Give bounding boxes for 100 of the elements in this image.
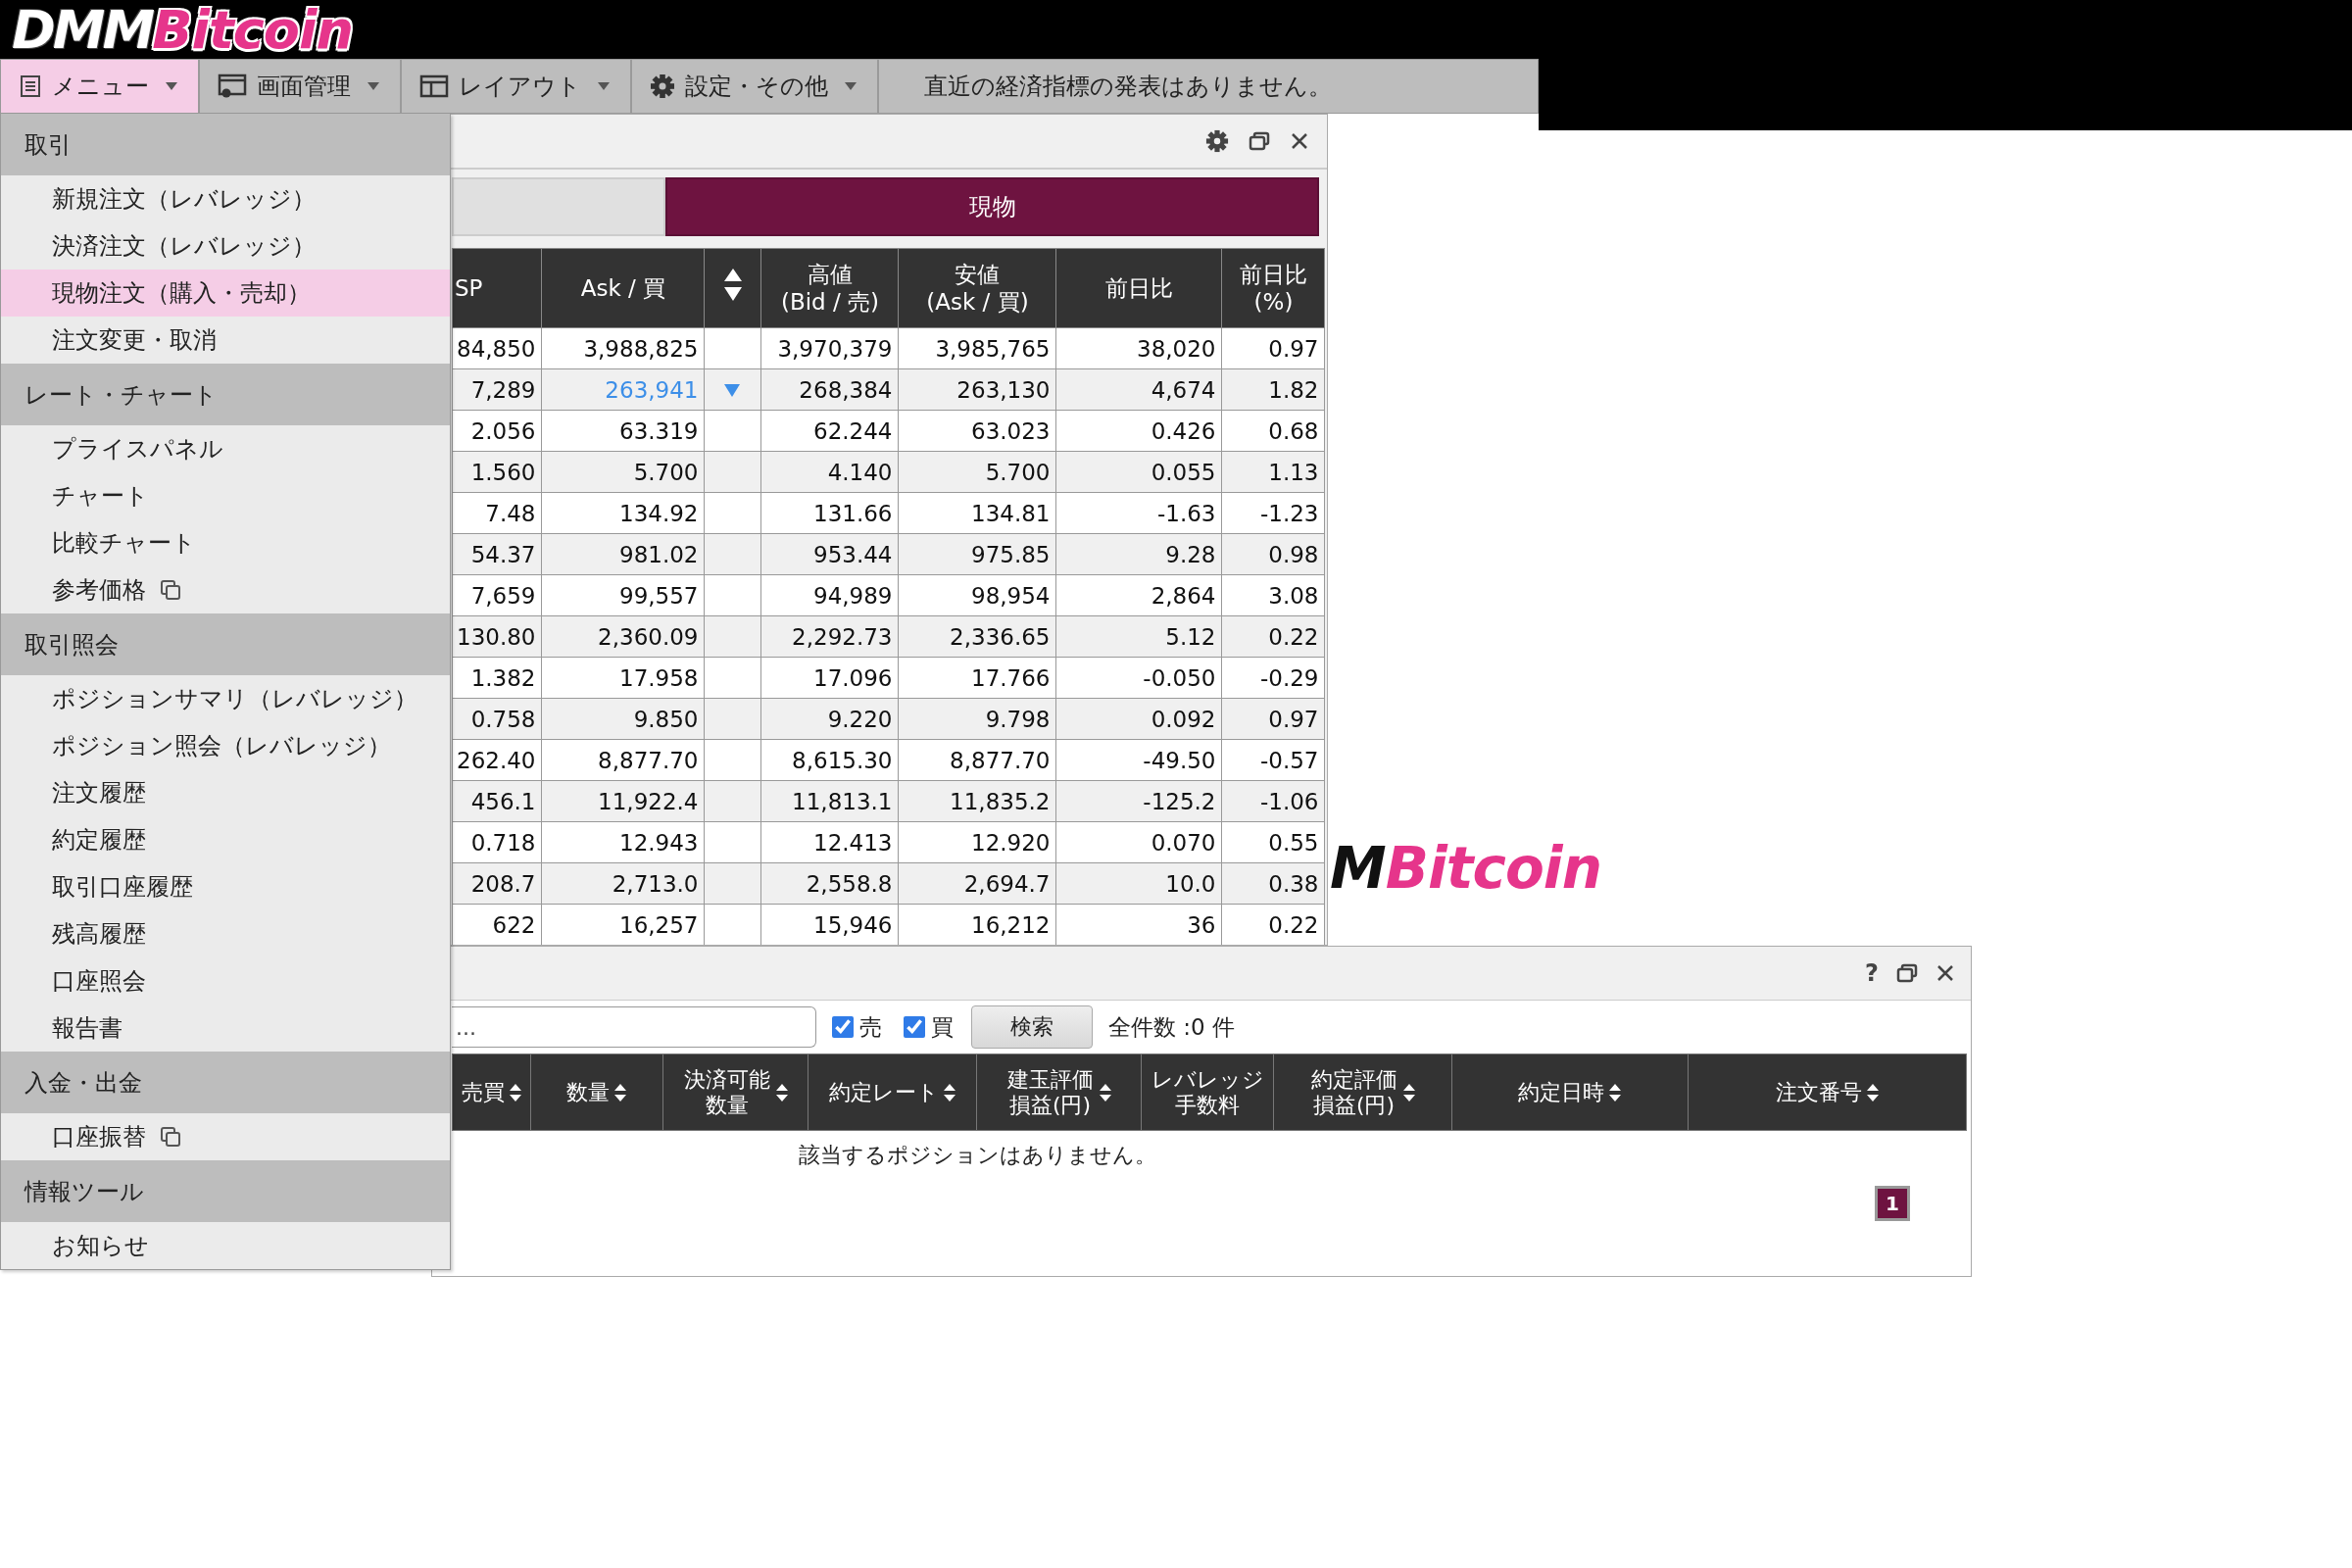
menu-item[interactable]: 注文変更・取消 (1, 317, 450, 364)
table-cell: 2,292.73 (761, 615, 899, 658)
column-header[interactable]: 売買 (452, 1054, 531, 1131)
table-cell: 2,558.8 (761, 862, 899, 905)
menu-item[interactable]: ポジションサマリ（レバレッジ） (1, 675, 450, 722)
menu-item[interactable]: 新規注文（レバレッジ） (1, 175, 450, 222)
menu-item[interactable]: 比較チャート (1, 519, 450, 566)
menu-item[interactable]: 口座振替 (1, 1113, 450, 1160)
table-cell: 62.244 (761, 410, 899, 452)
page-button[interactable]: 1 (1875, 1186, 1910, 1221)
column-header: 前日比 (1056, 248, 1222, 328)
table-cell: 17.096 (761, 657, 899, 699)
table-cell: 11,922.4 (542, 780, 705, 822)
menu-item[interactable]: お知らせ (1, 1222, 450, 1269)
help-icon[interactable]: ? (1865, 959, 1879, 987)
menu-item[interactable]: 注文履歴 (1, 769, 450, 816)
search-field[interactable]: ... (452, 1006, 816, 1048)
column-header[interactable]: 建玉評価損益(円) (976, 1054, 1142, 1131)
menu-item[interactable]: 口座照会 (1, 957, 450, 1004)
menu-item[interactable]: 報告書 (1, 1004, 450, 1052)
table-cell: 0.055 (1056, 451, 1222, 493)
search-button[interactable]: 検索 (971, 1005, 1093, 1049)
table-cell: 11,835.2 (899, 780, 1056, 822)
restore-icon[interactable] (1896, 963, 1918, 983)
sort-icon (1865, 1082, 1880, 1102)
column-header[interactable]: 決済可能数量 (662, 1054, 808, 1131)
external-window-icon (160, 579, 181, 601)
table-cell: 2.056 (452, 410, 542, 452)
table-cell: 0.68 (1222, 410, 1325, 452)
table-cell: 0.22 (1222, 904, 1325, 945)
close-icon[interactable] (1290, 131, 1309, 151)
list-icon (19, 74, 42, 98)
table-cell: 9.220 (761, 698, 899, 740)
menu-item[interactable]: 取引口座履歴 (1, 863, 450, 910)
caret-icon (165, 81, 178, 91)
window-icon (218, 74, 247, 99)
table-cell: 1.82 (1222, 368, 1325, 411)
table-cell: 16,212 (899, 904, 1056, 945)
caret-icon (367, 81, 380, 91)
table-cell: 0.38 (1222, 862, 1325, 905)
table-cell: -0.29 (1222, 657, 1325, 699)
column-header[interactable]: 約定レート (808, 1054, 977, 1131)
table-cell: 0.070 (1056, 821, 1222, 863)
column-header: 前日比 (%) (1222, 248, 1325, 328)
column-header: 高値 (Bid / 売) (761, 248, 899, 328)
column-header[interactable]: 約定日時 (1451, 1054, 1689, 1131)
table-cell: 2,713.0 (542, 862, 705, 905)
layout-icon (419, 74, 449, 98)
table-cell: -0.050 (1056, 657, 1222, 699)
settings-icon[interactable] (1205, 129, 1229, 153)
table-cell: 9.798 (899, 698, 1056, 740)
checkbox[interactable] (904, 1016, 925, 1038)
table-cell: 11,813.1 (761, 780, 899, 822)
table-cell: 63.023 (899, 410, 1056, 452)
table-cell: 268,384 (761, 368, 899, 411)
sort-icon (942, 1082, 956, 1102)
restore-icon[interactable] (1249, 131, 1270, 151)
column-header[interactable]: 約定評価損益(円) (1273, 1054, 1452, 1131)
table-cell: 10.0 (1056, 862, 1222, 905)
table-cell: 2,864 (1056, 574, 1222, 616)
toolbar-button[interactable]: メニュー (1, 60, 200, 113)
menu-item[interactable]: ポジション照会（レバレッジ） (1, 722, 450, 769)
logo: DMMBitcoin (12, 2, 353, 59)
menu-item[interactable]: 約定履歴 (1, 816, 450, 863)
notice-text: 直近の経済指標の発表はありません。 (923, 72, 1332, 102)
column-header[interactable]: 注文番号 (1688, 1054, 1967, 1131)
table-cell: 0.98 (1222, 533, 1325, 575)
table-cell: 17.958 (542, 657, 705, 699)
table-cell: -0.57 (1222, 739, 1325, 781)
table-cell: 1.560 (452, 451, 542, 493)
table-cell: 1.382 (452, 657, 542, 699)
menu-item[interactable]: チャート (1, 472, 450, 519)
tab[interactable]: 現物 (665, 177, 1319, 236)
checkbox[interactable] (832, 1016, 854, 1038)
table-cell: 98,954 (899, 574, 1056, 616)
menu-item[interactable]: 参考価格 (1, 566, 450, 613)
close-icon[interactable] (1936, 963, 1955, 983)
table-cell: 3,988,825 (542, 327, 705, 369)
table-cell: 12.920 (899, 821, 1056, 863)
column-header[interactable]: 数量 (530, 1054, 663, 1131)
table-cell: 131.66 (761, 492, 899, 534)
menu-item[interactable]: 現物注文（購入・売却） (1, 270, 450, 317)
table-cell: 4,674 (1056, 368, 1222, 411)
column-header: Ask / 買 (542, 248, 705, 328)
menu-section-header: 取引 (1, 114, 450, 175)
checkbox-label: 売 (859, 1012, 882, 1042)
column-header: SP (452, 248, 542, 328)
sort-icon (613, 1082, 627, 1102)
menu-section-header: 入金・出金 (1, 1052, 450, 1113)
table-cell: -1.23 (1222, 492, 1325, 534)
table-cell: 84,850 (452, 327, 542, 369)
table-cell: 134.92 (542, 492, 705, 534)
table-cell: 134.81 (899, 492, 1056, 534)
table-cell: 208.7 (452, 862, 542, 905)
menu-item[interactable]: プライスパネル (1, 425, 450, 472)
table-cell: 263,941 (542, 368, 705, 411)
menu-item[interactable]: 残高履歴 (1, 910, 450, 957)
table-cell: 7,659 (452, 574, 542, 616)
menu-item[interactable]: 決済注文（レバレッジ） (1, 222, 450, 270)
menu-section-header: 情報ツール (1, 1160, 450, 1222)
